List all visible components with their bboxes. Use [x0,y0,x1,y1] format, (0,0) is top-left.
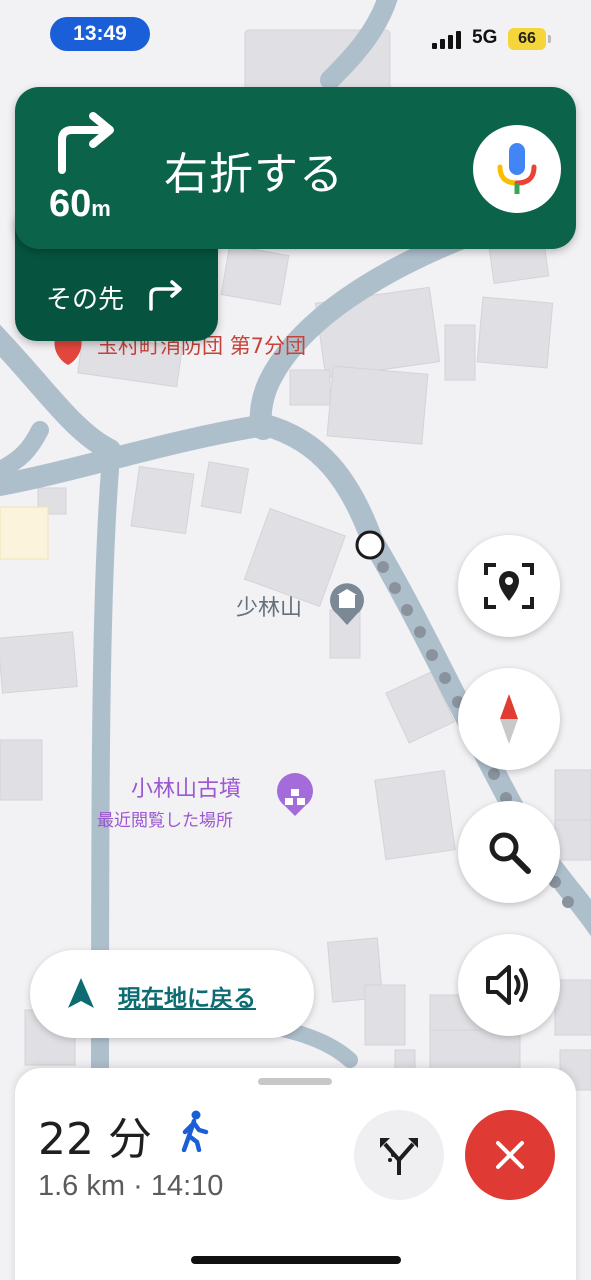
drag-handle[interactable] [258,1078,332,1085]
location-pin-focus-icon [484,563,534,609]
distance-value: 60 [49,183,92,225]
maneuver-distance: 60m [49,183,111,226]
navigation-arrow-icon [68,978,94,1008]
search-icon [489,832,531,874]
then-turn-right-icon [149,280,182,311]
turn-right-icon [58,112,114,174]
location-focus-button[interactable] [458,535,560,637]
status-time: 13:49 [50,17,150,51]
volume-icon [486,965,528,1005]
battery-level: 66 [518,30,536,47]
compass-button[interactable] [458,668,560,770]
poi-kofun-sublabel: 最近閲覧した場所 [97,811,233,831]
search-along-route-button[interactable] [458,801,560,903]
recenter-label[interactable]: 現在地に戻る [118,979,256,1013]
exit-navigation-button[interactable] [465,1110,555,1200]
trip-arrival-time: 14:10 [150,1170,224,1202]
google-mic-icon [497,143,537,194]
status-bar: 13:49 5G 66 [0,0,591,70]
cellular-signal-icon [432,29,464,49]
walking-icon [181,1110,209,1152]
trip-separator: · [133,1170,143,1202]
close-icon [496,1141,524,1169]
trip-distance: 1.6 km [38,1170,126,1202]
poi-kofun-label[interactable]: 小林山古墳 [131,771,241,803]
maneuver-instruction: 右折する [164,149,344,200]
alternate-routes-icon [380,1138,418,1175]
poi-temple-label[interactable]: 少林山 [236,590,302,622]
trip-details: 1.6 km · 14:10 [38,1170,223,1203]
compass-icon [500,694,518,744]
network-type: 5G [472,27,498,48]
home-indicator[interactable] [191,1256,401,1264]
current-location-marker [355,530,385,560]
trip-duration: 22 分 [38,1114,152,1165]
voice-search-button[interactable] [473,125,561,213]
sound-button[interactable] [458,934,560,1036]
battery-icon: 66 [508,28,551,50]
distance-unit: m [91,196,111,221]
then-label: その先 [46,285,125,315]
alternate-routes-button[interactable] [354,1110,444,1200]
